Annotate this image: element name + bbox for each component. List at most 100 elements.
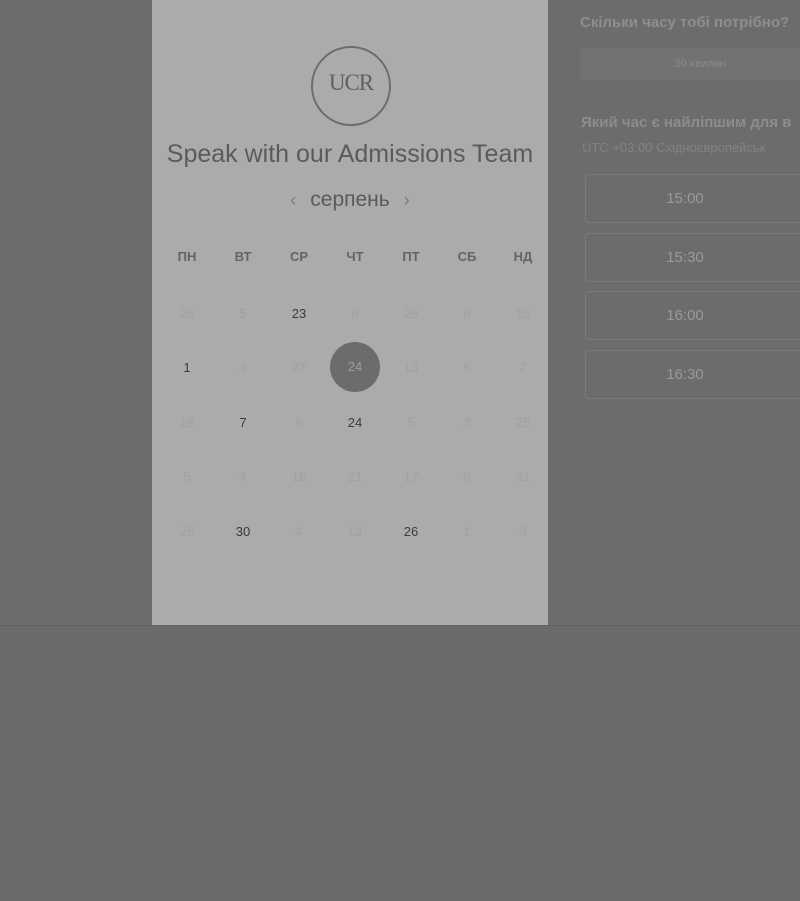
time-slot-label: 15:00 xyxy=(666,190,704,207)
day-number: 15 xyxy=(515,305,531,321)
calendar-day: 28 xyxy=(159,286,215,341)
day-number: 4 xyxy=(239,360,247,376)
calendar-day[interactable]: 7 xyxy=(215,395,271,450)
time-slot-button[interactable]: 15:30 xyxy=(585,233,800,282)
ucr-logo: UCR xyxy=(311,46,391,126)
calendar-day: 1 xyxy=(439,504,495,559)
weekday-tue: ВТ xyxy=(234,249,252,264)
day-number: 26 xyxy=(179,523,195,539)
calendar-day: 15 xyxy=(495,286,551,341)
calendar-day: 13 xyxy=(327,504,383,559)
day-number: 21 xyxy=(347,469,363,485)
day-number: 27 xyxy=(291,360,307,376)
time-slot-button[interactable]: 16:00 xyxy=(585,291,800,340)
day-number: 13 xyxy=(403,360,419,376)
calendar-day: 5 xyxy=(383,395,439,450)
time-slot-button[interactable]: 15:00 xyxy=(585,174,800,223)
calendar-day: 5 xyxy=(215,286,271,341)
time-slot-label: 16:00 xyxy=(666,307,704,324)
time-question: Який час є найліпшим для в xyxy=(581,114,792,131)
calendar-day: 27 xyxy=(271,341,327,396)
timezone-label[interactable]: UTC +03:00 Східноєвропейськ xyxy=(582,140,765,155)
calendar-day: 4 xyxy=(215,450,271,505)
day-number: 5 xyxy=(183,469,191,485)
weekday-sat: СБ xyxy=(457,249,477,264)
day-number: 30 xyxy=(235,523,251,539)
calendar-day: 6 xyxy=(327,286,383,341)
weekday-header: ПН ВТ СР ЧТ ПТ СБ НД xyxy=(159,249,551,264)
calendar-day[interactable]: 26 xyxy=(383,504,439,559)
day-number: 3 xyxy=(463,414,471,430)
calendar-day[interactable]: 1 xyxy=(159,341,215,396)
calendar-day[interactable]: 30 xyxy=(215,504,271,559)
time-slot-button[interactable]: 16:30 xyxy=(585,350,800,399)
day-number: 24 xyxy=(347,414,363,430)
day-number: 1 xyxy=(183,360,191,376)
calendar-day: 21 xyxy=(327,450,383,505)
time-slot-label: 16:30 xyxy=(666,366,704,383)
calendar-day: 17 xyxy=(383,450,439,505)
calendar-day: 26 xyxy=(159,504,215,559)
logo-subtext xyxy=(350,96,352,101)
calendar-day[interactable]: 24 xyxy=(327,395,383,450)
day-number: 6 xyxy=(295,414,303,430)
weekday-sun: НД xyxy=(513,249,533,264)
day-number: 5 xyxy=(407,414,415,430)
calendar-day: 29 xyxy=(383,286,439,341)
calendar-day: 5 xyxy=(159,450,215,505)
calendar-day: 6 xyxy=(439,341,495,396)
weekday-fri: ПТ xyxy=(402,249,420,264)
calendar-grid: 28 5 23 6 29 6 15 1 4 27 24 13 6 2 16 7 6 24 5 3 25 5 4 18 21 17 8… xyxy=(159,286,551,559)
day-number: 3 xyxy=(519,523,527,539)
day-number: 13 xyxy=(347,523,363,539)
calendar-day: 4 xyxy=(271,504,327,559)
day-number: 4 xyxy=(295,523,303,539)
duration-value: 30 хвилин xyxy=(674,58,726,70)
calendar-day: 6 xyxy=(271,395,327,450)
prev-month-icon[interactable]: ‹ xyxy=(290,191,296,209)
calendar-day: 13 xyxy=(383,341,439,396)
calendar-day: 16 xyxy=(159,395,215,450)
month-label: серпень xyxy=(310,188,390,211)
weekday-wed: СР xyxy=(289,249,309,264)
weekday-thu: ЧТ xyxy=(346,249,364,264)
calendar-day: 2 xyxy=(495,341,551,396)
day-number: 16 xyxy=(179,414,195,430)
day-number: 26 xyxy=(403,523,419,539)
day-number: 5 xyxy=(239,305,247,321)
day-number: 23 xyxy=(291,305,307,321)
day-number: 2 xyxy=(519,360,527,376)
logo-text: UCR xyxy=(328,70,374,95)
calendar-day: 25 xyxy=(495,395,551,450)
day-number: 24 xyxy=(330,341,380,392)
calendar-day: 3 xyxy=(439,395,495,450)
day-number: 6 xyxy=(351,305,359,321)
day-number: 29 xyxy=(403,305,419,321)
calendar-day: 6 xyxy=(439,286,495,341)
calendar-day: 31 xyxy=(495,450,551,505)
month-navigation: ‹ серпень › xyxy=(152,188,548,212)
calendar-day: 18 xyxy=(271,450,327,505)
footer-area xyxy=(0,625,800,901)
calendar-day: 3 xyxy=(495,504,551,559)
duration-question: Скільки часу тобі потрібно? xyxy=(580,14,790,31)
day-number: 7 xyxy=(239,414,247,430)
calendar-day: 8 xyxy=(439,450,495,505)
next-month-icon[interactable]: › xyxy=(404,191,410,209)
day-number: 17 xyxy=(403,469,419,485)
time-slot-label: 15:30 xyxy=(666,249,704,266)
day-number: 28 xyxy=(179,305,195,321)
weekday-mon: ПН xyxy=(177,249,197,264)
day-number: 31 xyxy=(515,469,531,485)
booking-title: Speak with our Admissions Team xyxy=(166,140,534,168)
day-number: 25 xyxy=(515,414,531,430)
day-number: 6 xyxy=(463,360,471,376)
day-number: 18 xyxy=(291,469,307,485)
calendar-day[interactable]: 23 xyxy=(271,286,327,341)
selected-day[interactable]: 24 xyxy=(327,341,383,396)
calendar-day: 4 xyxy=(215,341,271,396)
day-number: 1 xyxy=(463,523,471,539)
day-number: 6 xyxy=(463,305,471,321)
duration-selector[interactable]: 30 хвилин xyxy=(580,48,800,80)
day-number: 4 xyxy=(239,469,247,485)
